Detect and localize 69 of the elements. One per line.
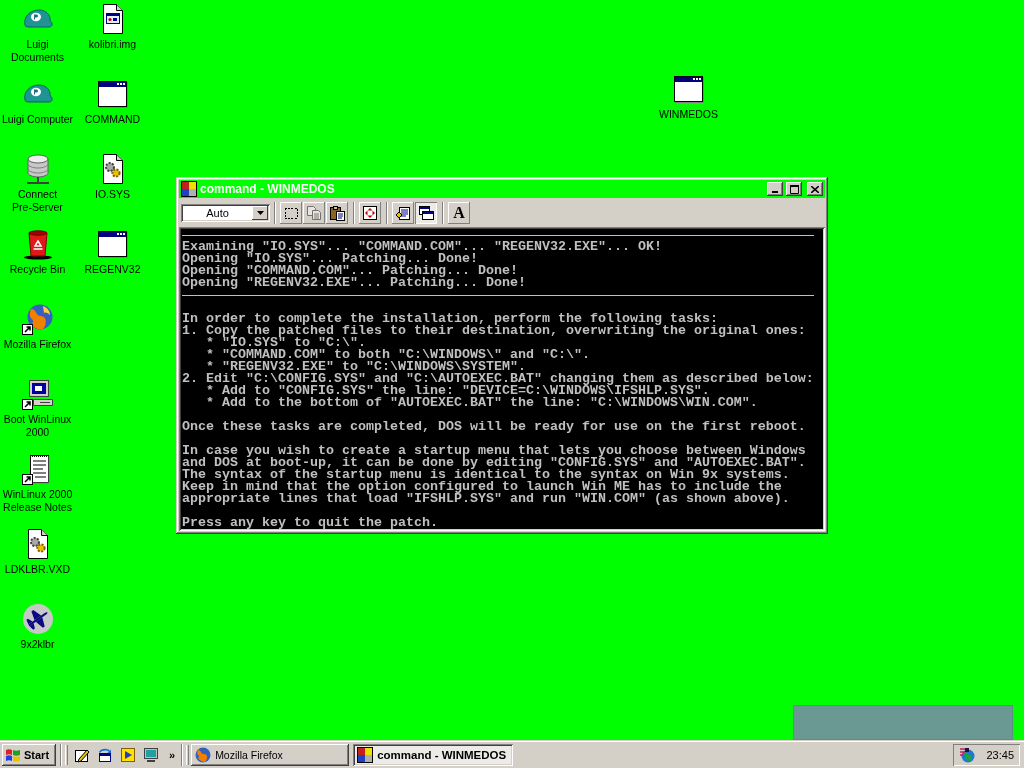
console-text: * Add to the bottom of "AUTOEXEC.BAT" the line: "C:\WINDOWS\WIN.COM". (206, 397, 758, 409)
icon-label[interactable]: Luigi Computer (1, 113, 74, 126)
icon-label[interactable]: Recycle Bin (9, 263, 66, 276)
play-icon[interactable] (120, 747, 136, 763)
icon-label[interactable]: 9x2klbr (20, 638, 55, 651)
properties-button[interactable] (392, 201, 414, 224)
console-text: 1. Copy the patched files to their destination, overwriting the original ones: (182, 325, 806, 337)
font-size-dropdown[interactable]: Auto (181, 203, 270, 222)
clipboard-icon (329, 204, 345, 221)
console-text: Opening "COMMAND.COM"... Patching... Done! (182, 265, 518, 277)
minimize-button[interactable] (767, 182, 783, 196)
caret-icon[interactable] (252, 205, 268, 220)
console-text: In case you wish to create a startup menu that lets you choose between Windows and DOS at boot-up, it can be done by editing "CONFIG.SYS" and "AUTOEXEC.BAT". The syntax of the startup menu is identical to the syntax on Win 9x systems. Keep in mind that the option configured to launch Win ME has to include the appropriate lines that load "IFSHLP.SYS" and run "WIN.COM" (as shown above). (182, 445, 806, 505)
console-text: 2. Edit "C:\CONFIG.SYS" and "C:\AUTOEXEC.BAT" changing them as described below: (182, 373, 814, 385)
globe-icon (195, 747, 212, 763)
icon-label[interactable]: LDKLBR.VXD (4, 563, 71, 576)
close-icon (811, 185, 819, 193)
font-button[interactable]: A (448, 201, 470, 224)
console-text: * "REGENV32.EXE" to "C:\WINDOWS\SYSTEM". (206, 361, 526, 373)
icon-label[interactable]: Connect Pre-Server (0, 188, 75, 214)
copy-icon (306, 204, 322, 221)
window-icon[interactable] (96, 78, 129, 110)
start-button[interactable]: Start (2, 744, 56, 766)
airplane-icon[interactable] (21, 603, 54, 635)
computer-icon[interactable] (21, 378, 54, 410)
maximize-icon (789, 184, 799, 194)
app-icon (357, 747, 374, 763)
pencil-icon[interactable] (74, 747, 90, 763)
icon-label[interactable]: Boot WinLinux 2000 (0, 413, 75, 439)
maximize-button[interactable] (786, 182, 802, 196)
clock: 23:45 (986, 749, 1014, 761)
console-text: Press any key to quit the patch. (182, 517, 438, 529)
console-text: Opening "IO.SYS"... Patching... Done! (182, 253, 478, 265)
console-text: Opening "REGENV32.EXE"... Patching... Done! (182, 277, 526, 289)
console-text: In order to complete the installation, perform the following tasks: (182, 313, 718, 325)
windows-icon (418, 204, 434, 221)
icon-label[interactable]: WINMEDOS (659, 108, 718, 121)
console-text: * "COMMAND.COM" to both "C:\WINDOWS\" and "C:\". (206, 349, 590, 361)
flag-icon (5, 747, 21, 763)
window-icon[interactable] (96, 228, 129, 260)
console-text: * Add to "CONFIG.SYS" the line: "DEVICE=C:\WINDOWS\IFSHLP.SYS". (206, 385, 710, 397)
monitor-icon[interactable] (143, 747, 159, 763)
close-button[interactable] (807, 182, 823, 196)
icon-label[interactable]: Luigi Documents (0, 38, 75, 64)
icon-label[interactable]: REGENV32 (84, 263, 141, 276)
icon-label[interactable]: WinLinux 2000 Release Notes (0, 488, 75, 514)
icon-label[interactable]: COMMAND (84, 113, 141, 126)
recycle-bin-icon[interactable] (21, 228, 54, 260)
icon-label[interactable]: IO.SYS (95, 188, 130, 201)
taskbar-button[interactable]: command - WINMEDOS (353, 744, 514, 766)
console-text: Examining "IO.SYS"... "COMMAND.COM"... "REGENV32.EXE"... OK! (182, 241, 662, 253)
window-icon[interactable] (672, 73, 705, 105)
more-button[interactable]: » (167, 749, 178, 761)
icon-label[interactable]: Mozilla Firefox (3, 338, 72, 351)
taskbar-button[interactable]: Mozilla Firefox (191, 744, 350, 766)
console-text: Once these tasks are completed, DOS will be ready for use on the first reboot. (182, 421, 806, 433)
window-title: command - WINMEDOS (200, 181, 335, 198)
fullscreen-icon (362, 204, 378, 221)
mark-button[interactable] (280, 201, 302, 224)
fullscreen-button[interactable] (359, 201, 381, 224)
tray-globe-icon[interactable] (959, 747, 975, 763)
paste-button[interactable] (326, 201, 348, 224)
properties-icon (395, 204, 411, 221)
window-arrows-icon[interactable] (97, 747, 113, 763)
globe-icon[interactable] (21, 303, 54, 335)
console-text: * "IO.SYS" to "C:\". (206, 337, 366, 349)
background-button[interactable] (415, 201, 437, 224)
app-icon[interactable] (181, 181, 197, 197)
icon-label[interactable]: kolibri.img (88, 38, 137, 51)
